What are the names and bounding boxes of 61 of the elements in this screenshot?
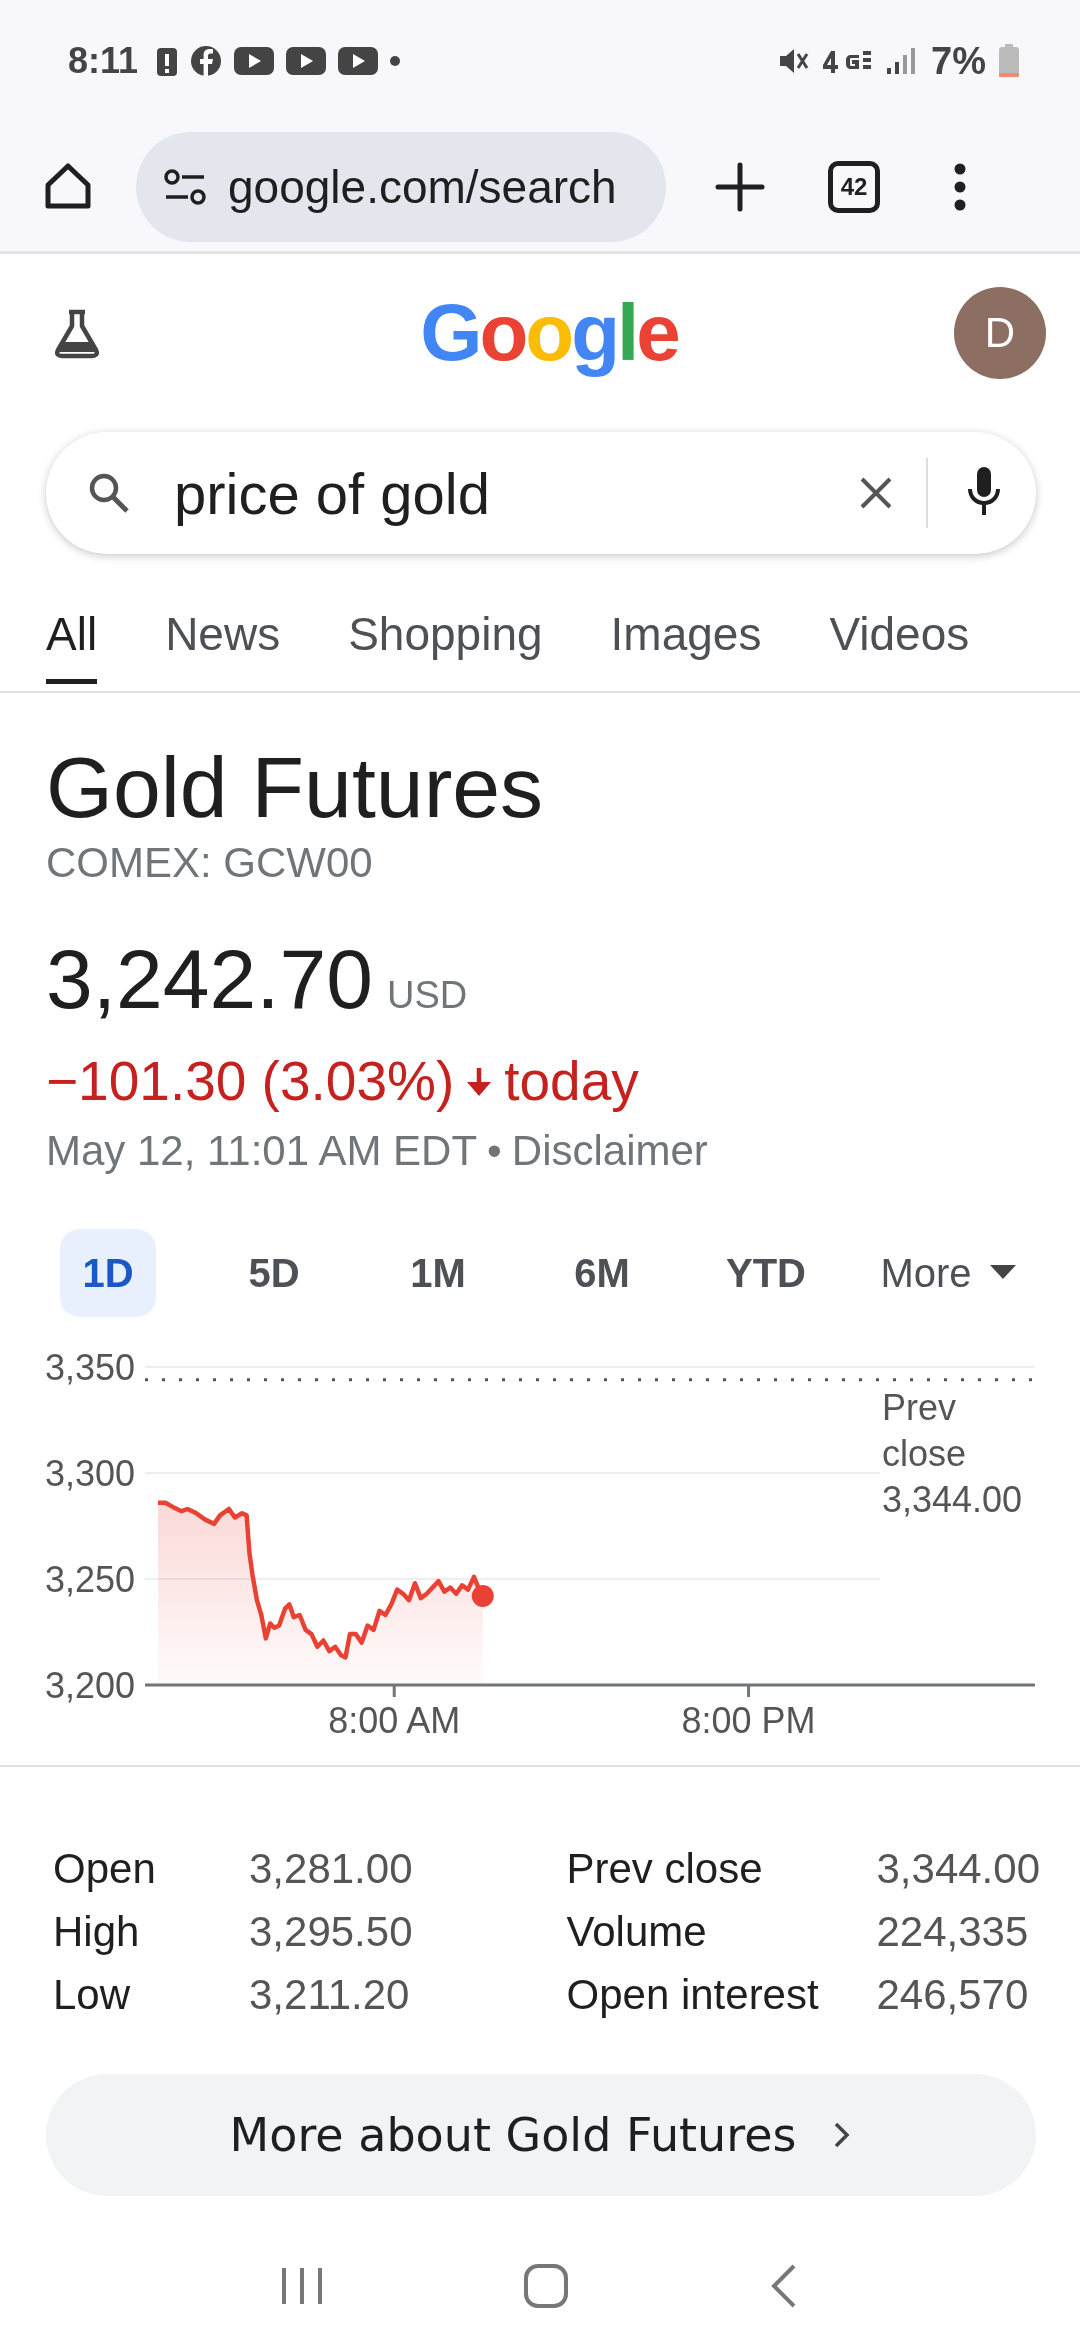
dot-icon — [390, 56, 401, 66]
price: 3,242.70 — [46, 931, 373, 1028]
home-button-icon[interactable] — [522, 2262, 570, 2310]
prev-close-label: Prev close 3,344.00 — [882, 1386, 1023, 1520]
facebook-icon — [190, 45, 223, 77]
address-bar[interactable]: google.com/search — [136, 131, 666, 242]
stat-value: 3,344.00 — [876, 1844, 1040, 1893]
range-tab[interactable]: 5D — [192, 1229, 356, 1317]
stat-value: 224,335 — [876, 1907, 1029, 1956]
quote-title: Gold Futures — [46, 738, 545, 837]
stat-label: Volume — [566, 1907, 708, 1956]
y-axis-label: 3,350 — [45, 1347, 136, 1388]
stat-label: Prev close — [566, 1844, 764, 1893]
stat-value: 246,570 — [876, 1970, 1029, 2019]
change-period: today — [504, 1049, 639, 1114]
status-time: 8:11 — [68, 40, 139, 82]
google-logo: Google — [420, 287, 678, 379]
play-icon — [286, 47, 327, 75]
tab-count-button[interactable]: 42 — [828, 160, 880, 213]
stat-value: 3,281.00 — [249, 1844, 413, 1893]
account-avatar[interactable]: D — [954, 287, 1046, 379]
dropdown-triangle-icon — [989, 1265, 1016, 1281]
search-tab[interactable]: News — [165, 598, 281, 684]
price-change: −101.30 (3.03%) — [46, 1049, 455, 1114]
ticker-symbol: COMEX: GCW00 — [46, 838, 374, 888]
stat-label: High — [53, 1907, 141, 1956]
currency: USD — [387, 974, 468, 1017]
stat-value: 3,295.50 — [249, 1907, 413, 1956]
stat-label: Open interest — [566, 1970, 820, 2019]
y-axis-label: 3,300 — [45, 1453, 136, 1494]
plus-icon[interactable] — [714, 160, 766, 213]
y-axis-label: 3,200 — [45, 1665, 136, 1706]
search-tab[interactable]: All — [46, 598, 98, 684]
search-field[interactable]: price of gold — [46, 432, 1036, 554]
current-point — [471, 1584, 494, 1607]
range-tab[interactable]: 1M — [356, 1229, 520, 1317]
stat-value: 3,211.20 — [249, 1970, 410, 2019]
battery-icon — [998, 44, 1020, 78]
search-tab[interactable]: Images — [610, 598, 762, 684]
play-icon — [338, 47, 379, 75]
play-icon — [234, 47, 275, 75]
stat-label: Low — [53, 1970, 132, 2019]
site-settings-icon[interactable] — [162, 166, 208, 207]
range-tab[interactable]: More — [848, 1229, 1048, 1317]
url-text: google.com/search — [228, 159, 617, 214]
search-tab[interactable]: Shopping — [348, 598, 543, 684]
alert-icon — [156, 45, 179, 77]
more-about-button[interactable]: More about Gold Futures — [46, 2074, 1036, 2196]
timestamp: May 12, 11:01 AM EDT — [46, 1126, 478, 1176]
search-query: price of gold — [174, 459, 491, 527]
y-axis-label: 3,250 — [45, 1559, 136, 1600]
stat-label: Open — [53, 1844, 157, 1893]
search-tab[interactable]: Videos — [829, 598, 970, 684]
x-axis-label: 8:00 AM — [328, 1700, 461, 1739]
range-tab[interactable]: 1D — [60, 1229, 156, 1317]
range-tab[interactable]: 6M — [520, 1229, 684, 1317]
battery-percent: 7% — [931, 39, 986, 83]
separator-dot: • — [487, 1126, 502, 1176]
disclaimer-link[interactable]: Disclaimer — [511, 1121, 708, 1181]
range-tab[interactable]: YTD — [684, 1229, 848, 1317]
x-axis-label: 8:00 PM — [681, 1700, 816, 1739]
